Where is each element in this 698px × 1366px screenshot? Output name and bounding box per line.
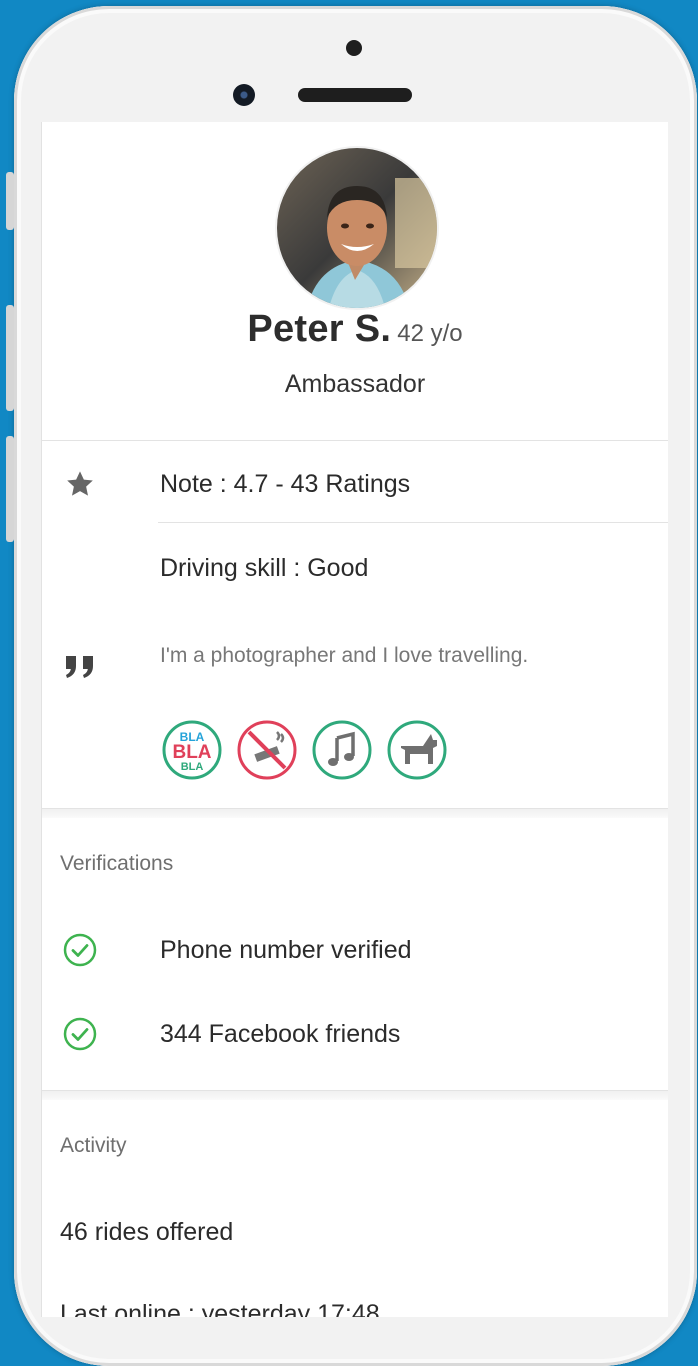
- proximity-sensor: [346, 40, 362, 56]
- no-smoking-icon[interactable]: [237, 720, 297, 780]
- rides-offered: 46 rides offered: [60, 1218, 234, 1246]
- driving-skill: Driving skill : Good: [160, 554, 369, 582]
- check-circle-icon: [62, 1016, 98, 1057]
- divider: [158, 522, 668, 523]
- chatty-icon[interactable]: BLA BLA BLA: [162, 720, 222, 780]
- pets-icon[interactable]: [387, 720, 447, 780]
- mute-switch: [6, 172, 14, 230]
- chat-bottom-label: BLA: [181, 761, 204, 773]
- divider: [42, 440, 668, 441]
- verification-phone: Phone number verified: [160, 936, 412, 964]
- earpiece-speaker: [298, 88, 412, 102]
- avatar-photo: [277, 148, 437, 308]
- avatar[interactable]: [275, 146, 439, 310]
- section-separator: [42, 1090, 668, 1100]
- activity-title: Activity: [60, 1134, 127, 1157]
- last-online: Last online : yesterday 17:48: [60, 1300, 380, 1317]
- profile-screen: Peter S. 42 y/o Ambassador Note : 4.7 - 4…: [41, 122, 668, 1317]
- star-icon: [64, 468, 96, 505]
- volume-down-button: [6, 436, 14, 542]
- verification-facebook: 344 Facebook friends: [160, 1020, 401, 1048]
- music-icon[interactable]: [312, 720, 372, 780]
- profile-role: Ambassador: [284, 370, 426, 398]
- front-camera: [233, 84, 255, 106]
- verifications-title: Verifications: [60, 852, 174, 875]
- chat-mid-label: BLA: [172, 742, 211, 763]
- rating-note[interactable]: Note : 4.7 - 43 Ratings: [160, 470, 410, 499]
- check-circle-icon: [62, 932, 98, 973]
- volume-up-button: [6, 305, 14, 411]
- profile-age: 42 y/o: [397, 320, 463, 347]
- bio-text: I'm a photographer and I love travelling…: [160, 644, 529, 667]
- section-separator: [42, 808, 668, 818]
- quote-icon: [64, 652, 98, 685]
- profile-name-row: Peter S. 42 y/o: [42, 308, 668, 351]
- profile-name: Peter S.: [247, 308, 392, 350]
